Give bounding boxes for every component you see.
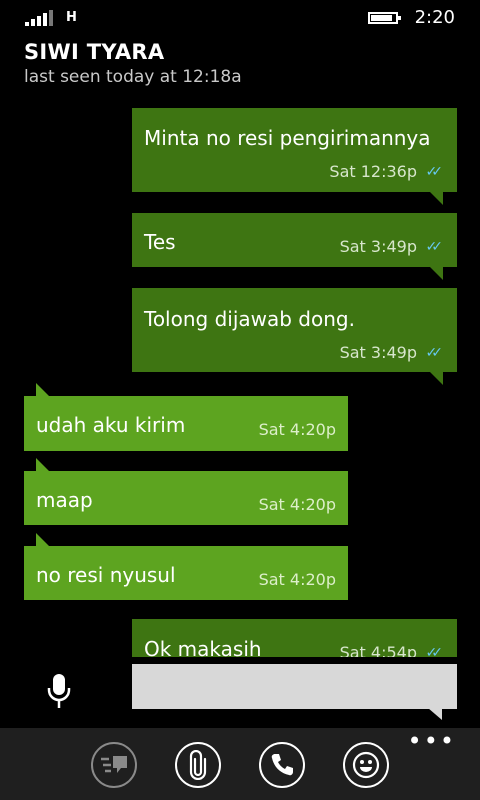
message-bubble-outgoing[interactable]: Tes Sat 3:49p ✓✓	[132, 213, 457, 280]
read-receipt-icon: ✓✓	[425, 164, 444, 180]
message-bubble-outgoing[interactable]: Ok makasih Sat 4:54p ✓✓	[132, 619, 457, 657]
message-text: no resi nyusul	[36, 563, 176, 587]
quick-reply-button[interactable]	[91, 742, 137, 788]
attach-button[interactable]	[175, 742, 221, 788]
call-button[interactable]	[259, 742, 305, 788]
emoji-icon	[352, 751, 380, 779]
message-bubble-incoming[interactable]: no resi nyusul Sat 4:20p	[24, 533, 348, 600]
quick-reply-icon	[101, 756, 127, 773]
message-time: Sat 3:49p	[339, 343, 417, 362]
phone-icon	[271, 754, 293, 776]
message-time: Sat 4:20p	[258, 495, 336, 514]
message-input[interactable]	[132, 664, 457, 709]
message-text: Tolong dijawab dong.	[144, 307, 355, 331]
emoji-button[interactable]	[343, 742, 389, 788]
message-time: Sat 3:49p	[339, 237, 417, 256]
message-text: Tes	[144, 230, 176, 254]
message-time: Sat 4:54p	[339, 643, 417, 657]
attach-icon	[189, 750, 207, 780]
message-bubble-outgoing[interactable]: Tolong dijawab dong. Sat 3:49p ✓✓	[132, 288, 457, 385]
message-bubble-outgoing[interactable]: Minta no resi pengirimannya Sat 12:36p ✓…	[132, 108, 457, 205]
read-receipt-icon: ✓✓	[425, 239, 444, 255]
app-bar: •••	[0, 728, 480, 800]
message-text: udah aku kirim	[36, 413, 186, 437]
read-receipt-icon: ✓✓	[425, 645, 444, 657]
message-bubble-incoming[interactable]: udah aku kirim Sat 4:20p	[24, 383, 348, 451]
message-input-tail	[428, 708, 442, 720]
read-receipt-icon: ✓✓	[425, 345, 444, 361]
message-time: Sat 4:20p	[258, 420, 336, 439]
message-time: Sat 4:20p	[258, 570, 336, 589]
microphone-icon[interactable]	[46, 674, 72, 708]
message-bubble-incoming[interactable]: maap Sat 4:20p	[24, 458, 348, 525]
message-text: Ok makasih	[144, 637, 262, 657]
more-options-button[interactable]: •••	[408, 729, 456, 753]
message-thread[interactable]: Minta no resi pengirimannya Sat 12:36p ✓…	[0, 0, 480, 657]
message-time: Sat 12:36p	[329, 162, 417, 181]
message-text: maap	[36, 488, 93, 512]
message-text: Minta no resi pengirimannya	[144, 126, 431, 150]
